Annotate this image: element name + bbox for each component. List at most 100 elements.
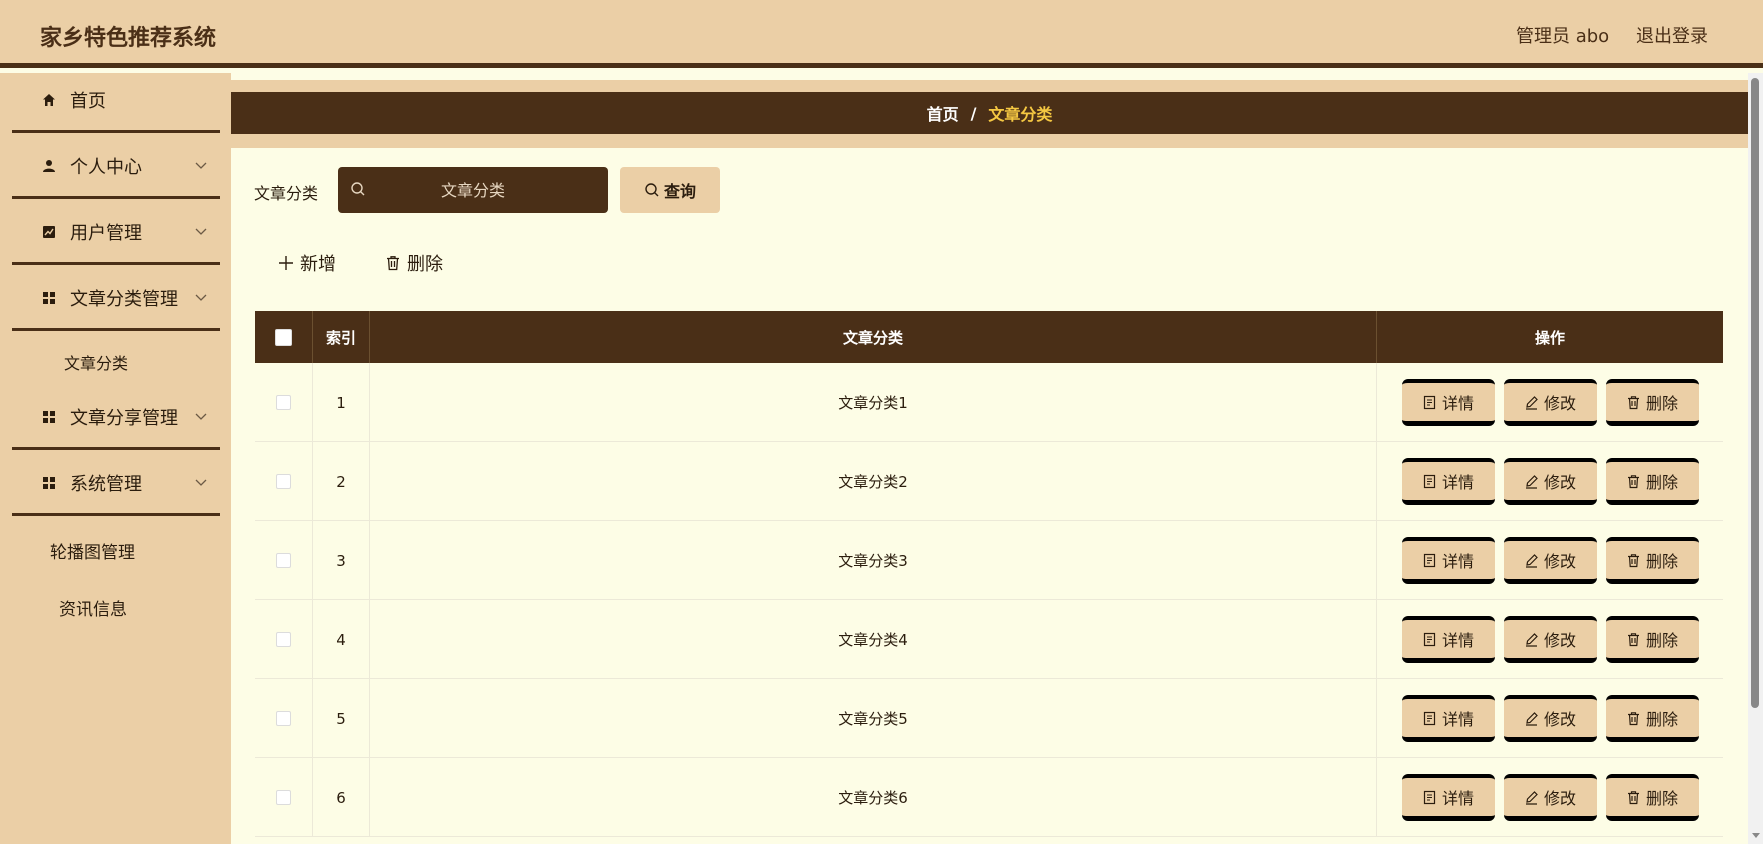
row-select-cell — [255, 679, 313, 758]
plus-icon — [279, 256, 293, 270]
edit-label: 修改 — [1543, 710, 1576, 729]
delete-button[interactable]: 删除 — [1605, 537, 1699, 584]
detail-label: 详情 — [1441, 789, 1474, 808]
edit-label: 修改 — [1543, 552, 1576, 571]
scrollbar-thumb[interactable] — [1751, 78, 1759, 708]
edit-button[interactable]: 修改 — [1503, 695, 1597, 742]
delete-label: 删除 — [1645, 631, 1678, 650]
delete-button[interactable]: 删除 — [1605, 458, 1699, 505]
trash-icon — [1627, 790, 1639, 804]
scroll-down-arrow-icon[interactable] — [1751, 830, 1761, 840]
edit-icon — [1525, 474, 1538, 489]
edit-label: 修改 — [1543, 473, 1576, 492]
edit-button[interactable]: 修改 — [1503, 537, 1597, 584]
row-category: 文章分类4 — [370, 600, 1377, 679]
detail-button[interactable]: 详情 — [1401, 458, 1495, 505]
row-category: 文章分类2 — [370, 442, 1377, 521]
search-icon — [351, 182, 365, 196]
row-index: 5 — [313, 679, 370, 758]
sidebar-item-home[interactable]: 首页 — [12, 78, 220, 122]
detail-button[interactable]: 详情 — [1401, 695, 1495, 742]
delete-button[interactable]: 删除 — [1605, 379, 1699, 426]
row-select-cell — [255, 758, 313, 837]
edit-button[interactable]: 修改 — [1503, 616, 1597, 663]
query-button[interactable]: 查询 — [620, 167, 720, 213]
select-all-checkbox[interactable] — [275, 328, 292, 346]
document-icon — [1423, 553, 1436, 567]
header-select-all-cell — [255, 311, 313, 363]
trash-icon — [1627, 711, 1639, 725]
detail-button[interactable]: 详情 — [1401, 537, 1495, 584]
edit-button[interactable]: 修改 — [1503, 379, 1597, 426]
row-checkbox[interactable] — [276, 632, 291, 647]
logout-link[interactable]: 退出登录 — [1636, 22, 1708, 48]
add-button-label: 新增 — [300, 254, 336, 275]
divider — [12, 196, 220, 199]
add-button[interactable]: 新增 — [278, 250, 336, 276]
edit-button[interactable]: 修改 — [1503, 458, 1597, 505]
grid-icon — [40, 289, 58, 307]
data-table: 索引 文章分类 操作 1 文章分类1 详情 修改 删除 2 文章分类2 详情 修改 删除 3 文章分类… — [255, 311, 1723, 844]
delete-button[interactable]: 删除 — [1605, 616, 1699, 663]
row-index: 2 — [313, 442, 370, 521]
grid-icon — [40, 408, 58, 426]
chevron-down-icon — [195, 228, 207, 235]
divider — [12, 262, 220, 265]
detail-button[interactable]: 详情 — [1401, 616, 1495, 663]
table-row: 2 文章分类2 详情 修改 删除 — [255, 442, 1723, 521]
row-checkbox[interactable] — [276, 711, 291, 726]
delete-label: 删除 — [1645, 394, 1678, 413]
edit-label: 修改 — [1543, 631, 1576, 650]
sidebar-subitem-article-category[interactable]: 文章分类 — [64, 350, 128, 374]
delete-button[interactable]: 删除 — [1605, 695, 1699, 742]
table-row: 4 文章分类4 详情 修改 删除 — [255, 600, 1723, 679]
sidebar-item-article-share-management[interactable]: 文章分享管理 — [12, 395, 220, 439]
detail-button[interactable]: 详情 — [1401, 379, 1495, 426]
row-select-cell — [255, 442, 313, 521]
row-checkbox[interactable] — [276, 790, 291, 805]
breadcrumb-current: 文章分类 — [988, 105, 1053, 124]
query-button-label: 查询 — [663, 184, 696, 201]
detail-button[interactable]: 详情 — [1401, 774, 1495, 821]
divider — [12, 447, 220, 450]
sidebar-item-label: 首页 — [70, 91, 106, 112]
document-icon — [1423, 790, 1436, 804]
row-category: 文章分类6 — [370, 758, 1377, 837]
search-label: 文章分类 — [254, 184, 319, 203]
trash-icon — [1627, 395, 1639, 409]
sidebar-item-system-management[interactable]: 系统管理 — [12, 461, 220, 505]
row-select-cell — [255, 521, 313, 600]
edit-icon — [1525, 790, 1538, 805]
sidebar-item-user-management[interactable]: 用户管理 — [12, 210, 220, 254]
delete-label: 删除 — [1645, 710, 1678, 729]
edit-icon — [1525, 632, 1538, 647]
document-icon — [1423, 395, 1436, 409]
chevron-down-icon — [195, 162, 207, 169]
row-checkbox[interactable] — [276, 395, 291, 410]
row-index: 6 — [313, 758, 370, 837]
detail-label: 详情 — [1441, 631, 1474, 650]
edit-icon — [1525, 711, 1538, 726]
row-checkbox[interactable] — [276, 474, 291, 489]
bulk-delete-button[interactable]: 删除 — [385, 250, 443, 276]
sidebar-subitem-carousel[interactable]: 轮播图管理 — [50, 538, 135, 563]
user-icon — [40, 157, 58, 175]
breadcrumb-home[interactable]: 首页 — [927, 101, 959, 125]
row-category: 文章分类1 — [370, 363, 1377, 442]
sidebar-item-label: 系统管理 — [70, 474, 142, 495]
grid-icon — [40, 474, 58, 492]
delete-button[interactable]: 删除 — [1605, 774, 1699, 821]
row-index: 1 — [313, 363, 370, 442]
search-input[interactable] — [338, 167, 608, 213]
row-checkbox[interactable] — [276, 553, 291, 568]
document-icon — [1423, 474, 1436, 488]
sidebar-item-personal-center[interactable]: 个人中心 — [12, 144, 220, 188]
edit-button[interactable]: 修改 — [1503, 774, 1597, 821]
search-box — [338, 167, 608, 213]
sidebar-subitem-news[interactable]: 资讯信息 — [59, 595, 127, 620]
chart-icon — [40, 223, 58, 241]
sidebar-item-article-category-management[interactable]: 文章分类管理 — [12, 276, 220, 320]
header-category: 文章分类 — [370, 311, 1377, 363]
delete-label: 删除 — [1645, 473, 1678, 492]
table-row: 6 文章分类6 详情 修改 删除 — [255, 758, 1723, 837]
